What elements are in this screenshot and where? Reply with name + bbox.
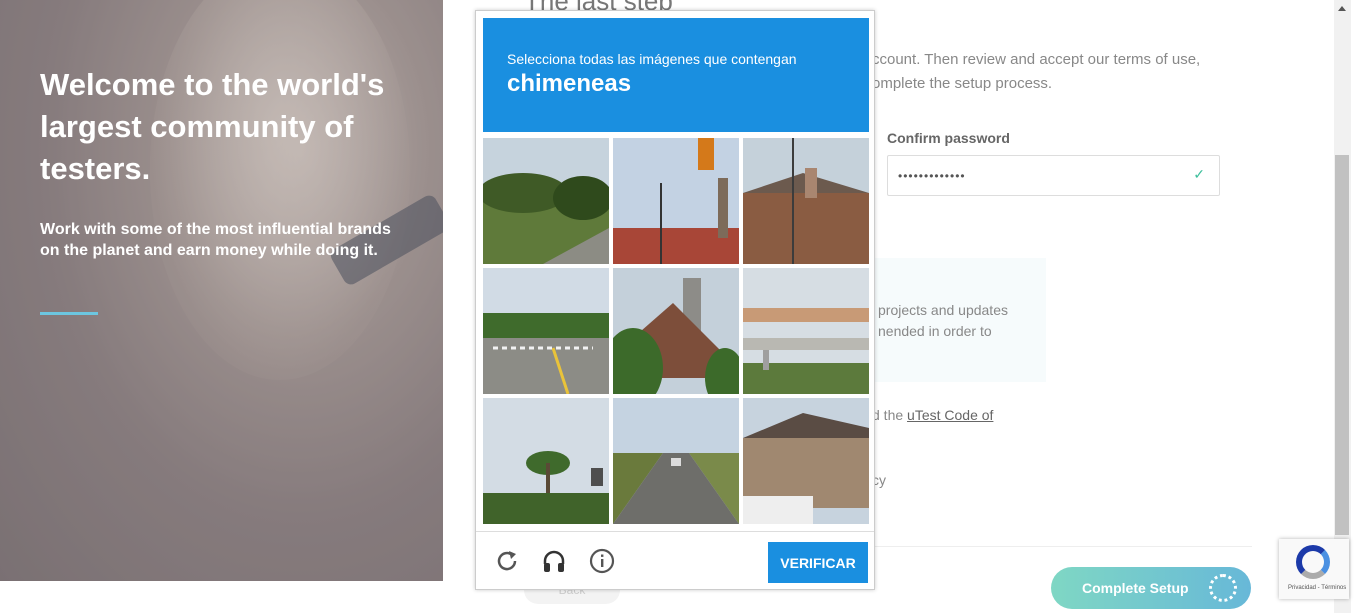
recaptcha-badge[interactable]: Privacidad - Términos [1279,539,1349,599]
hero-subtitle: Work with some of the most influential b… [40,221,391,259]
code-of-conduct-link[interactable]: uTest Code of [907,407,993,423]
scrollbar[interactable] [1334,0,1351,613]
hero-accent-line [40,312,98,315]
info-icon[interactable] [589,548,615,574]
tile-image [743,398,869,524]
hero-title: Welcome to the world's largest community… [40,67,385,186]
recaptcha-logo-icon [1296,545,1330,579]
recaptcha-terms[interactable]: Privacidad - Términos [1288,585,1346,591]
confirm-password-field[interactable]: ••••••••••••• ✓ [887,155,1220,196]
captcha-tile-7[interactable] [483,398,609,524]
tile-image [613,138,739,264]
captcha-tile-1[interactable] [483,138,609,264]
captcha-tile-3[interactable] [743,138,869,264]
captcha-header: Selecciona todas las imágenes que conten… [483,18,869,132]
tile-image [743,268,869,394]
captcha-image-grid [483,138,869,524]
captcha-tile-8[interactable] [613,398,739,524]
check-icon: ✓ [1193,166,1205,182]
tile-image [483,138,609,264]
reload-icon[interactable] [494,548,520,574]
tile-image [483,268,609,394]
tile-image [483,398,609,524]
tile-image [613,268,739,394]
captcha-footer: VERIFICAR [476,531,874,590]
info-line-1: projects and updates [878,302,1008,318]
tile-image [613,398,739,524]
confirm-password-label: Confirm password [887,130,1010,146]
code-prefix: d the [872,407,908,423]
loading-spinner-icon [1209,574,1237,602]
captcha-tile-6[interactable] [743,268,869,394]
code-of-conduct-text: d the uTest Code of [872,407,993,423]
verify-button[interactable]: VERIFICAR [768,542,868,583]
scroll-up-arrow-icon[interactable] [1338,6,1346,11]
form-description: ccount. Then review and accept our terms… [872,51,1201,92]
captcha-tile-4[interactable] [483,268,609,394]
divider [872,546,1252,547]
audio-icon[interactable] [541,548,567,574]
captcha-tile-9[interactable] [743,398,869,524]
captcha-target: chimeneas [507,70,632,97]
captcha-tile-2[interactable] [613,138,739,264]
hero-panel: Welcome to the world's largest community… [0,0,443,581]
scrollbar-thumb[interactable] [1335,155,1349,535]
captcha-tile-5[interactable] [613,268,739,394]
info-box: projects and updates nended in order to [860,258,1046,382]
info-line-2: nended in order to [878,323,992,339]
tile-image [743,138,869,264]
confirm-password-value: ••••••••••••• [898,169,966,183]
captcha-dialog: Selecciona todas las imágenes que conten… [475,10,875,590]
captcha-instruction: Selecciona todas las imágenes que conten… [507,51,797,67]
